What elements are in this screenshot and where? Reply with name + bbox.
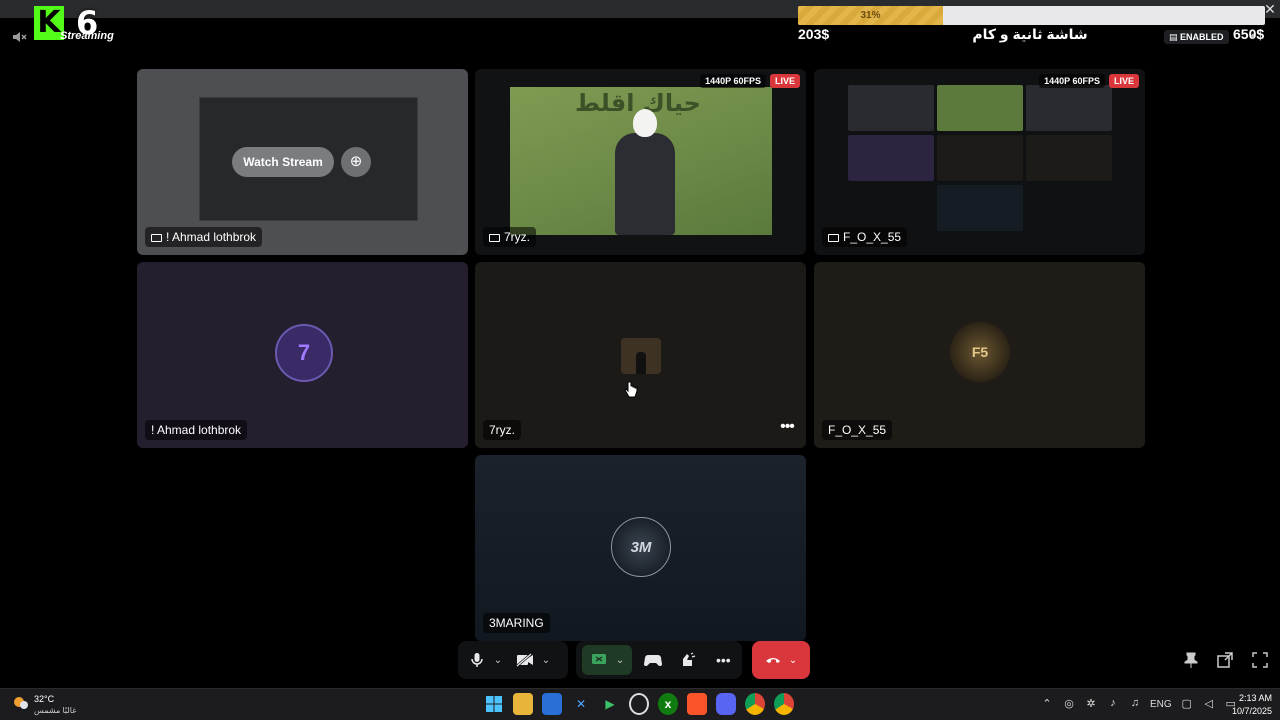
microphone-tray-icon[interactable]: ♫: [1128, 697, 1142, 711]
tile-username-text: 7ryz.: [504, 230, 531, 244]
goal-progress-bar: 31%: [798, 6, 1265, 25]
stream-tile-ahmad[interactable]: Watch Stream ⊕ ! Ahmad lothbrok: [137, 69, 468, 255]
participant-tile-ahmad[interactable]: 7 ! Ahmad lothbrok: [137, 262, 468, 448]
weather-temperature: 32°C: [34, 694, 55, 704]
gamepad-icon[interactable]: [640, 647, 665, 673]
tile-username: F_O_X_55: [822, 227, 908, 247]
stream-video: حياك اقلط: [510, 87, 772, 235]
live-badge: LIVE: [769, 74, 800, 88]
stream-badges: 1440P 60FPS LIVE: [700, 74, 800, 88]
participant-name: 7ryz.: [483, 420, 522, 440]
more-icon[interactable]: •••: [711, 647, 736, 673]
screen-share-icon: [828, 234, 839, 242]
volume-icon[interactable]: ♪: [1106, 697, 1120, 711]
avatar: 3M: [611, 517, 671, 577]
hand-cursor-icon: [624, 381, 638, 398]
chevron-down-icon[interactable]: ⌄: [538, 647, 554, 673]
quality-badge: 1440P 60FPS: [1039, 74, 1105, 88]
live-badge: LIVE: [1108, 74, 1139, 88]
xbox-icon[interactable]: x: [658, 693, 678, 715]
clock-date[interactable]: 10/7/2025: [1224, 706, 1272, 716]
goal-progress-label: 31%: [860, 10, 881, 21]
goal-current-amount: 203$: [798, 26, 830, 42]
tile-username-text: ! Ahmad lothbrok: [166, 230, 257, 244]
pin-icon[interactable]: [1182, 652, 1200, 670]
participant-tile-fox[interactable]: F5 F_O_X_55: [814, 262, 1145, 448]
participant-name: F_O_X_55: [822, 420, 893, 440]
weather-description: غالبًا مشمس: [34, 706, 77, 715]
share-activity-controls: ⌄ •••: [576, 641, 742, 679]
chevron-down-icon[interactable]: ⌄: [490, 647, 506, 673]
streamer-figure: [605, 109, 685, 235]
disconnect-button[interactable]: ⌄: [752, 641, 810, 679]
store-icon[interactable]: [542, 693, 562, 715]
participant-tile-3maring[interactable]: 3M 3MARING: [475, 455, 806, 641]
hang-up-icon: [765, 658, 780, 663]
chevron-down-icon[interactable]: ⌄: [789, 655, 797, 666]
tile-username: 7ryz.: [483, 227, 537, 247]
goal-status-badge: ▤ ENABLED: [1164, 30, 1229, 44]
chevron-up-icon[interactable]: ⌃: [1040, 697, 1054, 711]
speaker-icon[interactable]: ◁: [1202, 697, 1216, 711]
goal-title: شاشة ثانية و كام: [972, 26, 1088, 42]
speaker-muted-icon: [10, 28, 28, 46]
app-tray-icon[interactable]: ◎: [1062, 697, 1076, 711]
windows-taskbar: 32°C غالبًا مشمس ✕ ▶ x ⌃ ◎ ✲ ♪ ♫ ENG ▢ ◁…: [0, 688, 1280, 720]
obs-icon[interactable]: [629, 693, 649, 715]
quality-badge: 1440P 60FPS: [700, 74, 766, 88]
screen-share-icon: [151, 234, 162, 242]
settings-tray-icon[interactable]: ✲: [1084, 697, 1098, 711]
popout-icon[interactable]: [1216, 652, 1234, 670]
chrome-icon[interactable]: [745, 693, 765, 715]
soundboard-icon[interactable]: [675, 647, 700, 673]
avatar: F5: [950, 322, 1010, 382]
avatar: [621, 338, 661, 374]
discord-icon[interactable]: [716, 693, 736, 715]
more-options-icon[interactable]: •••: [776, 419, 798, 440]
stream-badges: 1440P 60FPS LIVE: [1039, 74, 1139, 88]
taskbar-apps: ✕ ▶ x: [484, 693, 794, 715]
brave-icon[interactable]: [687, 693, 707, 715]
screen-share-icon: [489, 234, 500, 242]
goal-status-text: ENABLED: [1180, 32, 1224, 42]
tile-username: ! Ahmad lothbrok: [145, 227, 263, 247]
media-player-icon[interactable]: ▶: [600, 693, 620, 715]
participant-name: ! Ahmad lothbrok: [145, 420, 248, 440]
audio-video-controls: ⌄ ⌄: [458, 641, 568, 679]
widget-icon: ◐: [1250, 28, 1258, 43]
camera-off-icon[interactable]: [512, 647, 538, 673]
screen-share-toggle[interactable]: ⌄: [582, 645, 632, 675]
windows-start-icon[interactable]: [484, 693, 504, 715]
participant-tile-7ryz[interactable]: 7ryz. •••: [475, 262, 806, 448]
tile-username-text: F_O_X_55: [843, 230, 902, 244]
popout-stream-icon[interactable]: ⊕: [341, 147, 371, 177]
app-icon[interactable]: ✕: [571, 693, 591, 715]
file-explorer-icon[interactable]: [513, 693, 533, 715]
chrome-icon[interactable]: [774, 693, 794, 715]
fullscreen-icon[interactable]: [1251, 652, 1269, 670]
system-tray: ⌃ ◎ ✲ ♪ ♫ ENG ▢ ◁ ▭: [1040, 697, 1238, 711]
weather-icon[interactable]: [12, 694, 30, 712]
stream-video: [848, 85, 1112, 235]
language-indicator[interactable]: ENG: [1150, 699, 1172, 710]
streaming-label: Streaming: [60, 30, 114, 42]
participant-name: 3MARING: [483, 613, 550, 633]
screen-share-icon[interactable]: [586, 647, 612, 673]
network-icon[interactable]: ▢: [1180, 697, 1194, 711]
chevron-down-icon[interactable]: ⌄: [612, 647, 628, 673]
stream-tile-7ryz[interactable]: حياك اقلط 1440P 60FPS LIVE 7ryz.: [475, 69, 806, 255]
microphone-icon[interactable]: [464, 647, 490, 673]
stream-tile-fox[interactable]: 1440P 60FPS LIVE F_O_X_55: [814, 69, 1145, 255]
clock-time[interactable]: 2:13 AM: [1232, 693, 1272, 703]
avatar: 7: [275, 324, 333, 382]
watch-stream-button[interactable]: Watch Stream: [232, 147, 334, 177]
